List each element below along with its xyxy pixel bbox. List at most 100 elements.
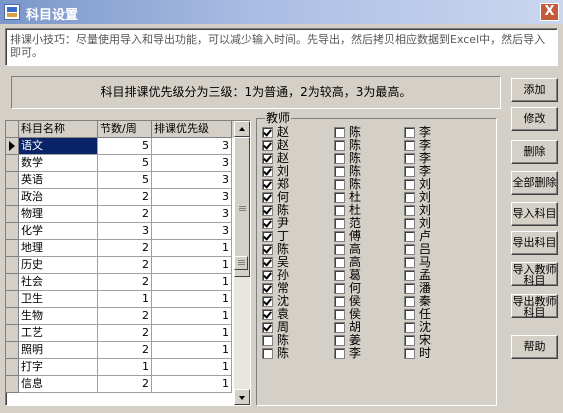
help-button[interactable]: 帮助 bbox=[511, 335, 558, 359]
cell-priority[interactable]: 3 bbox=[152, 206, 232, 223]
teacher-item[interactable]: 刘 bbox=[404, 177, 482, 191]
cell-periods[interactable]: 2 bbox=[98, 342, 152, 359]
teacher-item[interactable]: 李 bbox=[404, 138, 482, 152]
teacher-checkbox[interactable] bbox=[262, 348, 273, 359]
teacher-item[interactable]: 宋 bbox=[404, 333, 482, 347]
teacher-checkbox[interactable] bbox=[334, 166, 345, 177]
teacher-checkbox[interactable] bbox=[404, 244, 415, 255]
table-row[interactable]: 社会 2 1 bbox=[6, 274, 250, 291]
subject-grid[interactable]: 科目名称 节数/周 排课优先级 语文 5 3 数学 5 3 英语 5 3 政治 2 3 物理 2 3 化学 3 3… bbox=[5, 120, 251, 406]
teacher-checkbox[interactable] bbox=[262, 205, 273, 216]
teacher-item[interactable]: 杜 bbox=[334, 190, 412, 204]
teacher-item[interactable]: 丁 bbox=[262, 229, 340, 243]
teacher-checkbox[interactable] bbox=[404, 192, 415, 203]
cell-subject-name[interactable]: 生物 bbox=[19, 308, 98, 325]
cell-periods[interactable]: 2 bbox=[98, 376, 152, 393]
teacher-item[interactable]: 陈 bbox=[334, 125, 412, 139]
teacher-checkbox[interactable] bbox=[334, 257, 345, 268]
teacher-item[interactable]: 时 bbox=[404, 346, 482, 360]
cell-subject-name[interactable]: 化学 bbox=[19, 223, 98, 240]
table-row[interactable]: 卫生 1 1 bbox=[6, 291, 250, 308]
cell-periods[interactable]: 2 bbox=[98, 257, 152, 274]
teacher-checkbox[interactable] bbox=[262, 257, 273, 268]
delete-button[interactable]: 删除 bbox=[511, 140, 558, 164]
teacher-checkbox[interactable] bbox=[262, 192, 273, 203]
cell-periods[interactable]: 5 bbox=[98, 172, 152, 189]
cell-priority[interactable]: 3 bbox=[152, 223, 232, 240]
teacher-checkbox[interactable] bbox=[262, 231, 273, 242]
cell-priority[interactable]: 1 bbox=[152, 291, 232, 308]
cell-periods[interactable]: 1 bbox=[98, 359, 152, 376]
teacher-checkbox[interactable] bbox=[262, 335, 273, 346]
cell-subject-name[interactable]: 打字 bbox=[19, 359, 98, 376]
teacher-checkbox[interactable] bbox=[262, 244, 273, 255]
teacher-item[interactable]: 郑 bbox=[262, 177, 340, 191]
cell-priority[interactable]: 3 bbox=[152, 138, 232, 155]
cell-periods[interactable]: 5 bbox=[98, 138, 152, 155]
cell-priority[interactable]: 1 bbox=[152, 325, 232, 342]
close-button[interactable]: X bbox=[540, 3, 559, 21]
teacher-item[interactable]: 陈 bbox=[262, 333, 340, 347]
teacher-item[interactable]: 范 bbox=[334, 216, 412, 230]
cell-periods[interactable]: 2 bbox=[98, 325, 152, 342]
cell-periods[interactable]: 2 bbox=[98, 308, 152, 325]
cell-periods[interactable]: 2 bbox=[98, 274, 152, 291]
teacher-checkbox[interactable] bbox=[262, 127, 273, 138]
teacher-item[interactable]: 孙 bbox=[262, 268, 340, 282]
scroll-up-arrow[interactable] bbox=[234, 121, 250, 137]
teacher-item[interactable]: 沈 bbox=[262, 294, 340, 308]
teacher-checkbox[interactable] bbox=[404, 283, 415, 294]
teacher-item[interactable]: 刘 bbox=[404, 190, 482, 204]
cell-priority[interactable]: 1 bbox=[152, 308, 232, 325]
teacher-checkbox[interactable] bbox=[404, 296, 415, 307]
cell-periods[interactable]: 5 bbox=[98, 155, 152, 172]
table-row[interactable]: 地理 2 1 bbox=[6, 240, 250, 257]
import-subjects-button[interactable]: 导入科目 bbox=[511, 202, 558, 226]
cell-priority[interactable]: 3 bbox=[152, 155, 232, 172]
cell-subject-name[interactable]: 数学 bbox=[19, 155, 98, 172]
teacher-checkbox[interactable] bbox=[334, 140, 345, 151]
table-row[interactable]: 物理 2 3 bbox=[6, 206, 250, 223]
teacher-item[interactable]: 侯 bbox=[334, 294, 412, 308]
table-row[interactable]: 打字 1 1 bbox=[6, 359, 250, 376]
teacher-item[interactable]: 孟 bbox=[404, 268, 482, 282]
teacher-item[interactable]: 常 bbox=[262, 281, 340, 295]
teacher-item[interactable]: 何 bbox=[334, 281, 412, 295]
teacher-item[interactable]: 李 bbox=[404, 125, 482, 139]
teacher-checkbox[interactable] bbox=[404, 179, 415, 190]
teacher-checkbox[interactable] bbox=[404, 270, 415, 281]
teacher-checkbox[interactable] bbox=[262, 140, 273, 151]
import-teacher-subjects-button[interactable]: 导入教师科目 bbox=[511, 262, 558, 286]
teacher-checkbox[interactable] bbox=[404, 309, 415, 320]
export-subjects-button[interactable]: 导出科目 bbox=[511, 231, 558, 255]
teacher-checkbox[interactable] bbox=[334, 179, 345, 190]
teacher-checkbox[interactable] bbox=[334, 309, 345, 320]
teacher-item[interactable]: 傅 bbox=[334, 229, 412, 243]
teacher-item[interactable]: 赵 bbox=[262, 151, 340, 165]
header-subject-name[interactable]: 科目名称 bbox=[19, 121, 98, 138]
table-row[interactable]: 历史 2 1 bbox=[6, 257, 250, 274]
teacher-checkbox[interactable] bbox=[334, 231, 345, 242]
teacher-checkbox[interactable] bbox=[262, 322, 273, 333]
cell-periods[interactable]: 2 bbox=[98, 240, 152, 257]
cell-subject-name[interactable]: 地理 bbox=[19, 240, 98, 257]
teacher-checkbox[interactable] bbox=[404, 231, 415, 242]
teacher-checkbox[interactable] bbox=[334, 218, 345, 229]
cell-priority[interactable]: 1 bbox=[152, 376, 232, 393]
teacher-item[interactable]: 马 bbox=[404, 255, 482, 269]
table-row[interactable]: 照明 2 1 bbox=[6, 342, 250, 359]
splitter-handle[interactable] bbox=[234, 256, 248, 270]
delete-all-button[interactable]: 全部删除 bbox=[511, 171, 558, 195]
teacher-checkbox[interactable] bbox=[404, 335, 415, 346]
teacher-checkbox[interactable] bbox=[334, 283, 345, 294]
cell-periods[interactable]: 1 bbox=[98, 291, 152, 308]
cell-subject-name[interactable]: 工艺 bbox=[19, 325, 98, 342]
cell-periods[interactable]: 2 bbox=[98, 206, 152, 223]
teacher-item[interactable]: 李 bbox=[404, 151, 482, 165]
teacher-item[interactable]: 杜 bbox=[334, 203, 412, 217]
cell-subject-name[interactable]: 物理 bbox=[19, 206, 98, 223]
export-teacher-subjects-button[interactable]: 导出教师科目 bbox=[511, 294, 558, 318]
teacher-item[interactable]: 周 bbox=[262, 320, 340, 334]
teacher-checkbox[interactable] bbox=[262, 218, 273, 229]
tip-textbox[interactable]: 排课小技巧：尽量使用导入和导出功能，可以减少输入时间。先导出，然后拷贝相应数据到… bbox=[5, 28, 558, 66]
